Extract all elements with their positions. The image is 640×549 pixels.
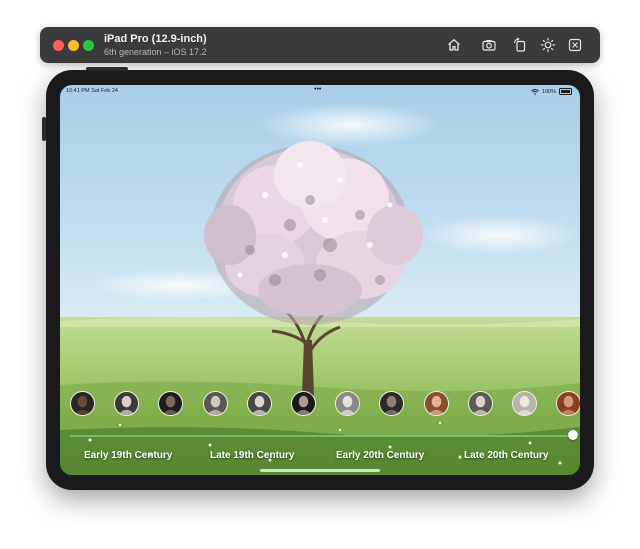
era-label-late-20th[interactable]: Late 20th Century: [464, 450, 548, 461]
portrait-carousel[interactable]: [60, 391, 580, 421]
historical-figure-portrait[interactable]: [291, 391, 316, 416]
multitasking-dots[interactable]: •••: [314, 86, 321, 93]
historical-figure-portrait[interactable]: [379, 391, 405, 416]
portrait-image: [115, 392, 139, 415]
portrait-image: [468, 392, 492, 415]
close-window-button[interactable]: [53, 40, 64, 51]
historical-figure-portrait[interactable]: [423, 391, 449, 416]
timeline-scrubber[interactable]: [568, 430, 578, 440]
portrait-image: [71, 392, 94, 415]
battery-percent: 100%: [541, 88, 556, 95]
side-button[interactable]: [566, 36, 584, 54]
era-label-early-19th[interactable]: Early 19th Century: [84, 450, 172, 461]
historical-figure-portrait[interactable]: [512, 391, 537, 416]
rotate-button[interactable]: [511, 36, 529, 54]
historical-figure-portrait[interactable]: [467, 391, 493, 416]
historical-figure-portrait[interactable]: [202, 391, 228, 416]
home-indicator[interactable]: [260, 469, 380, 472]
cloud: [420, 215, 580, 255]
ipad-screen[interactable]: 10:41 PM Sat Feb 24 ••• 100% Early 19th …: [60, 85, 580, 475]
historical-figure-portrait[interactable]: [70, 391, 95, 416]
era-label-early-20th[interactable]: Early 20th Century: [336, 450, 424, 461]
portrait-image: [336, 392, 360, 415]
side-button-icon: [568, 38, 582, 52]
screenshot-icon: [482, 40, 496, 51]
rotate-icon: [513, 37, 526, 52]
historical-figure-portrait[interactable]: [158, 391, 184, 416]
device-name: iPad Pro (12.9-inch): [104, 33, 207, 45]
historical-figure-portrait[interactable]: [556, 391, 580, 416]
volume-hardware-button[interactable]: [42, 117, 46, 141]
portrait-image: [380, 392, 404, 415]
appearance-icon: [540, 37, 556, 53]
cloud: [260, 103, 440, 147]
era-label-late-19th[interactable]: Late 19th Century: [210, 450, 294, 461]
simulator-titlebar: iPad Pro (12.9-inch) 6th generation – iO…: [40, 27, 600, 63]
zoom-window-button[interactable]: [83, 40, 94, 51]
historical-figure-portrait[interactable]: [246, 391, 272, 416]
home-button[interactable]: [445, 36, 463, 54]
status-time: 10:41 PM Sat Feb 24: [66, 88, 118, 94]
portrait-image: [203, 392, 227, 415]
timeline-track: [70, 435, 572, 437]
portrait-image: [247, 392, 271, 415]
wifi-icon: [531, 88, 539, 95]
portrait-image: [424, 392, 448, 415]
era-timeline[interactable]: [60, 430, 580, 440]
device-subtitle: 6th generation – iOS 17.2: [104, 47, 207, 57]
historical-figure-portrait[interactable]: [114, 391, 140, 416]
portrait-image: [292, 392, 315, 415]
appearance-button[interactable]: [539, 36, 557, 54]
battery-icon: [559, 88, 572, 95]
portrait-image: [159, 392, 183, 415]
portrait-image: [557, 392, 580, 415]
screenshot-button[interactable]: [480, 36, 498, 54]
status-right: 100%: [531, 88, 572, 95]
top-hardware-button[interactable]: [86, 67, 128, 71]
home-icon: [448, 39, 460, 51]
status-bar: 10:41 PM Sat Feb 24 ••• 100%: [60, 85, 580, 97]
ipad-frame: 10:41 PM Sat Feb 24 ••• 100% Early 19th …: [42, 67, 594, 490]
historical-figure-portrait[interactable]: [335, 391, 361, 416]
portrait-image: [513, 392, 536, 415]
minimize-window-button[interactable]: [68, 40, 79, 51]
